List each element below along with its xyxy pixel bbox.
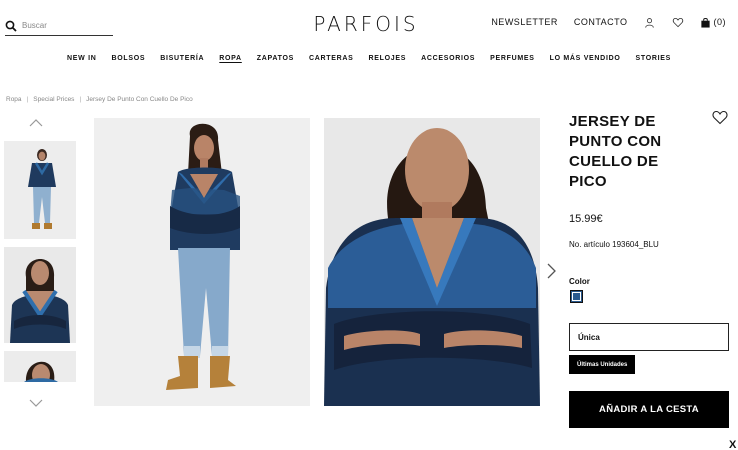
nav-item-zapatos[interactable]: ZAPATOS <box>257 55 294 62</box>
nav-item-lo-mas-vendido[interactable]: LO MÁS VENDIDO <box>550 55 621 62</box>
breadcrumb-separator: | <box>79 96 82 103</box>
color-label: Color <box>569 277 590 286</box>
nav-item-ropa[interactable]: ROPA <box>219 55 242 62</box>
contact-link[interactable]: CONTACTO <box>574 17 628 27</box>
color-swatch-blue[interactable] <box>570 290 583 303</box>
nav-item-carteras[interactable]: CARTERAS <box>309 55 354 62</box>
breadcrumb-separator: | <box>26 96 29 103</box>
thumbnail-down-arrow-icon[interactable] <box>28 398 44 408</box>
cart-count: (0) <box>713 17 726 27</box>
breadcrumb-special-prices[interactable]: Special Prices <box>33 96 74 103</box>
close-button[interactable]: X <box>729 439 736 450</box>
stock-badge: Últimas Unidades <box>569 355 636 374</box>
nav-item-bisuteria[interactable]: BISUTERÍA <box>160 55 204 62</box>
product-image-full-body[interactable] <box>94 118 310 406</box>
product-image-close-up[interactable] <box>324 118 540 406</box>
search-bar[interactable] <box>5 16 113 36</box>
search-icon <box>5 20 17 32</box>
nav-item-bolsos[interactable]: BOLSOS <box>111 55 145 62</box>
breadcrumb: Ropa | Special Prices | Jersey De Punto … <box>6 96 193 103</box>
breadcrumb-ropa[interactable]: Ropa <box>6 96 22 103</box>
nav-item-new-in[interactable]: NEW IN <box>67 55 96 62</box>
add-to-wishlist-heart-icon[interactable] <box>712 110 728 125</box>
thumbnail-up-arrow-icon[interactable] <box>28 118 44 128</box>
thumbnail-2[interactable] <box>4 247 76 343</box>
brand-logo[interactable]: PARFOIS <box>300 12 432 36</box>
product-price: 15.99€ <box>569 213 603 225</box>
cart-button[interactable]: (0) <box>700 17 727 28</box>
user-icon[interactable] <box>644 16 656 28</box>
thumbnail-1[interactable] <box>4 141 76 239</box>
shopping-bag-icon <box>700 17 710 28</box>
product-title: JERSEY DE PUNTO CON CUELLO DE PICO <box>569 113 662 190</box>
nav-item-accesorios[interactable]: ACCESORIOS <box>421 55 475 62</box>
main-nav: NEW IN BOLSOS BISUTERÍA ROPA ZAPATOS CAR… <box>0 55 738 62</box>
breadcrumb-current: Jersey De Punto Con Cuello De Pico <box>86 96 193 103</box>
size-value: Única <box>578 332 600 342</box>
nav-item-relojes[interactable]: RELOJES <box>368 55 406 62</box>
newsletter-link[interactable]: NEWSLETTER <box>491 17 558 27</box>
thumbnail-3[interactable] <box>4 351 76 382</box>
article-number: No. artículo 193604_BLU <box>569 240 659 249</box>
next-image-arrow-icon[interactable] <box>545 262 557 280</box>
nav-item-stories[interactable]: STORIES <box>635 55 671 62</box>
nav-item-perfumes[interactable]: PERFUMES <box>490 55 535 62</box>
search-input[interactable] <box>22 21 107 30</box>
wishlist-icon[interactable] <box>672 16 684 28</box>
add-to-cart-button[interactable]: AÑADIR A LA CESTA <box>569 391 729 428</box>
size-selector[interactable]: Única <box>569 323 729 351</box>
